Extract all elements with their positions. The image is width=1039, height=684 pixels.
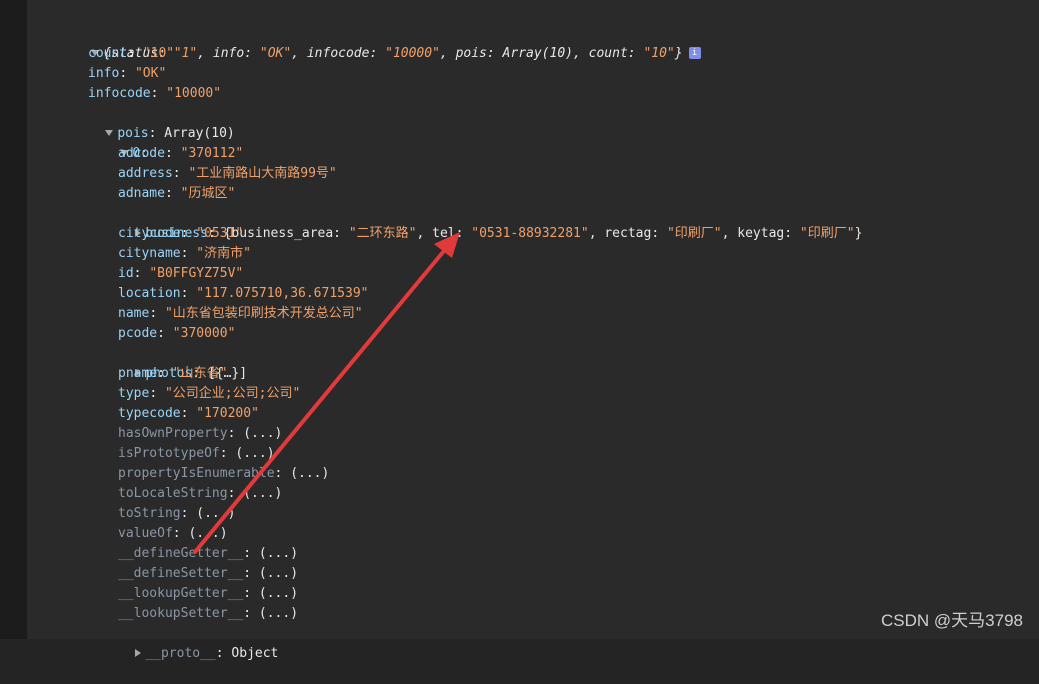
arrow-shaft	[193, 244, 450, 554]
arrow-head-icon	[434, 232, 460, 258]
collapse-triangle-icon[interactable]	[135, 648, 142, 657]
annotation-arrow	[193, 232, 460, 554]
watermark: CSDN @天马3798	[881, 611, 1023, 630]
